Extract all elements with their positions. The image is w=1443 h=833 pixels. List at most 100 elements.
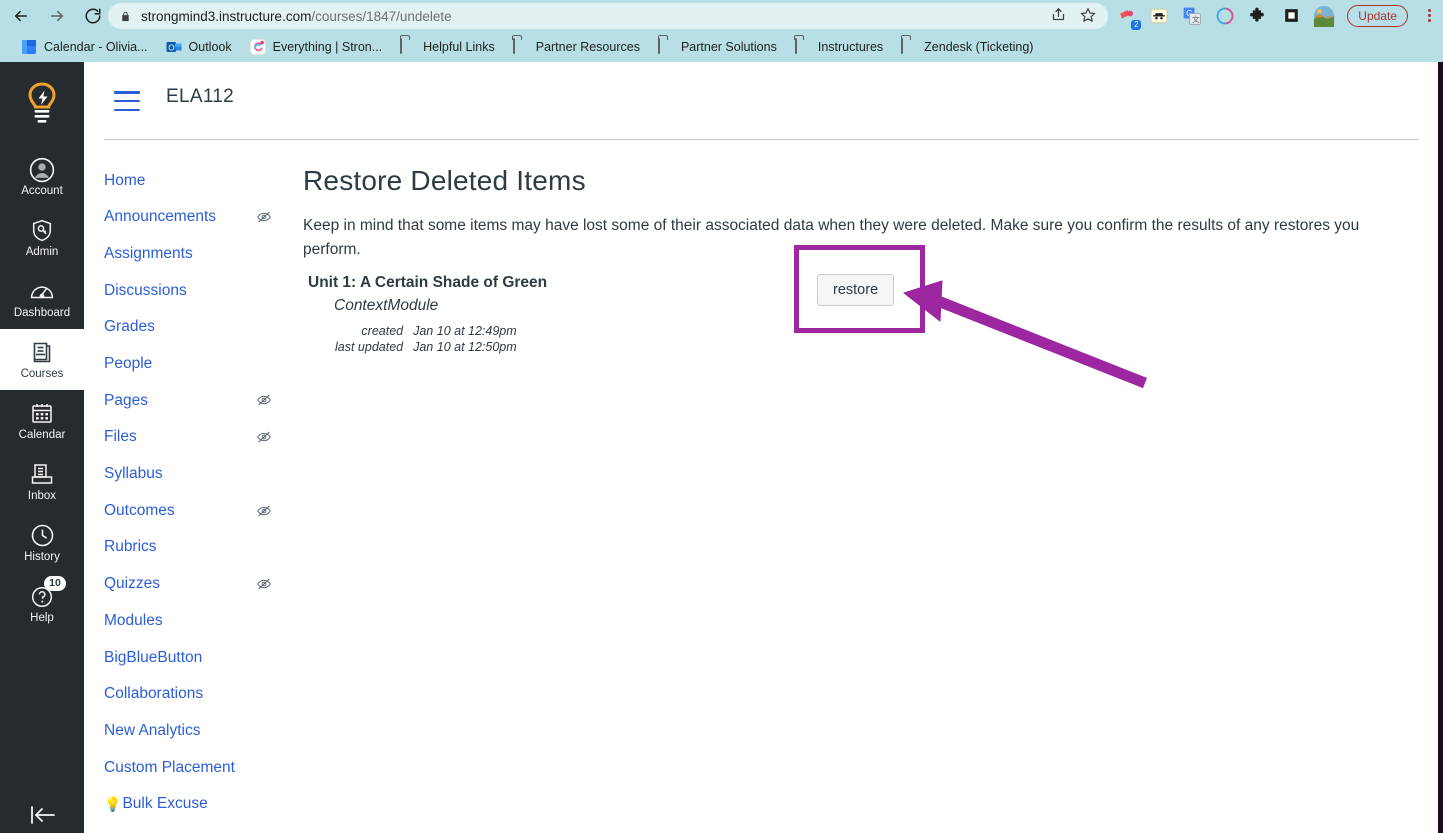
course-nav-item-files[interactable]: Files — [104, 419, 294, 456]
course-nav-item-home[interactable]: Home — [104, 162, 294, 199]
deleted-item-meta-table: created Jan 10 at 12:49pm last updated J… — [335, 323, 517, 355]
calendar-favicon — [21, 39, 37, 55]
global-nav-item-account[interactable]: Account — [0, 146, 84, 207]
restore-button[interactable]: restore — [817, 274, 895, 306]
collapse-arrow-icon[interactable] — [0, 803, 84, 827]
global-nav-item-help[interactable]: 10 Help — [0, 573, 84, 634]
table-row: created Jan 10 at 12:49pm — [335, 323, 516, 339]
extension-badge-count: 2 — [1131, 19, 1142, 30]
reading-mode-icon[interactable] — [1279, 4, 1303, 28]
eye-slash-icon — [256, 209, 272, 225]
course-nav-label: Grades — [104, 318, 155, 336]
global-nav-label: History — [24, 550, 60, 563]
eye-slash-icon — [256, 392, 272, 408]
help-badge-count: 10 — [44, 575, 66, 591]
meta-key: created — [361, 324, 404, 338]
profile-avatar-icon[interactable] — [1312, 4, 1336, 28]
global-nav-item-admin[interactable]: Admin — [0, 207, 84, 268]
window-right-edge — [1438, 62, 1443, 833]
course-nav-item-rubrics[interactable]: Rubrics — [104, 529, 294, 566]
course-nav-label: Discussions — [104, 281, 187, 299]
star-icon[interactable] — [1080, 7, 1096, 26]
outlook-favicon: O — [166, 39, 182, 55]
omnibox-actions — [1051, 3, 1108, 29]
global-nav-item-courses[interactable]: Courses — [0, 329, 84, 390]
global-nav-item-calendar[interactable]: Calendar — [0, 390, 84, 451]
course-nav-label: Custom Placement — [104, 758, 235, 776]
share-icon[interactable] — [1051, 7, 1066, 25]
puzzle-extensions-icon[interactable] — [1246, 4, 1270, 28]
course-nav-item-quizzes[interactable]: Quizzes — [104, 566, 294, 603]
bookmark-label: Instructures — [817, 39, 884, 54]
hamburger-menu-icon[interactable] — [114, 91, 140, 111]
global-nav-label: Admin — [25, 245, 59, 258]
course-nav-label: Outcomes — [104, 501, 175, 519]
course-nav-label: BigBlueButton — [104, 648, 203, 666]
folder-icon — [400, 37, 416, 55]
course-nav-item-discussions[interactable]: Discussions — [104, 272, 294, 309]
meta-key: last updated — [335, 340, 404, 354]
course-nav-item-pages[interactable]: Pages — [104, 382, 294, 419]
back-arrow-icon[interactable] — [6, 1, 36, 31]
course-nav-label: Announcements — [104, 208, 217, 226]
course-nav-item-people[interactable]: People — [104, 345, 294, 382]
course-nav-item-syllabus[interactable]: Syllabus — [104, 456, 294, 493]
loom-record-icon[interactable] — [1213, 4, 1237, 28]
global-nav-item-history[interactable]: History — [0, 512, 84, 573]
dashboard-gauge-icon — [29, 279, 55, 305]
course-nav-label: People — [104, 355, 153, 373]
folder-icon — [901, 37, 917, 55]
canvas-lightbulb-logo[interactable] — [0, 62, 84, 146]
global-navigation-sidebar: Account Admin Dashboard Courses Calendar… — [0, 62, 84, 833]
course-nav-label: Rubrics — [104, 538, 157, 556]
browser-nav-row: strongmind3.instructure.com/courses/1847… — [0, 0, 1443, 31]
global-nav-item-inbox[interactable]: Inbox — [0, 451, 84, 512]
bookmark-label: Partner Resources — [535, 39, 640, 54]
bookmark-label: Everything | Stron... — [272, 39, 383, 54]
lock-icon — [120, 10, 131, 23]
course-nav-label: New Analytics — [104, 721, 201, 739]
address-bar[interactable]: strongmind3.instructure.com/courses/1847… — [108, 3, 1108, 29]
update-label: Update — [1358, 8, 1397, 23]
extension-puzzle-colored-icon[interactable]: 2 — [1114, 4, 1142, 30]
global-nav-item-dashboard[interactable]: Dashboard — [0, 268, 84, 329]
eye-slash-icon — [256, 429, 272, 445]
update-button[interactable]: Update — [1347, 4, 1408, 27]
course-nav-item-bulk-excuse[interactable]: 💡 Bulk Excuse — [104, 786, 294, 823]
course-nav-item-modules[interactable]: Modules — [104, 602, 294, 639]
table-row: last updated Jan 10 at 12:50pm — [335, 339, 517, 355]
detective-icon[interactable] — [1147, 4, 1171, 28]
bookmark-item[interactable]: Calendar - Olivia... — [12, 36, 157, 58]
course-nav-item-outcomes[interactable]: Outcomes — [104, 492, 294, 529]
bookmark-item[interactable]: Partner Solutions — [649, 36, 786, 58]
course-nav-item-announcements[interactable]: Announcements — [104, 199, 294, 236]
course-nav-label: Assignments — [104, 244, 193, 262]
course-nav-label: Pages — [104, 391, 148, 409]
browser-toolbar-icons: 2 G文 Update — [1114, 0, 1439, 31]
reload-icon[interactable] — [78, 1, 108, 31]
bookmark-label: Calendar - Olivia... — [44, 39, 148, 54]
kebab-menu-icon[interactable] — [1419, 9, 1439, 22]
course-nav-item-collaborations[interactable]: Collaborations — [104, 676, 294, 713]
bookmark-item[interactable]: Helpful Links — [391, 36, 504, 58]
course-nav-item-bigbluebutton[interactable]: BigBlueButton — [104, 639, 294, 676]
intro-paragraph: Keep in mind that some items may have lo… — [303, 217, 1360, 258]
bookmark-item[interactable]: Everything | Stron... — [241, 36, 392, 58]
bookmark-item[interactable]: Partner Resources — [504, 36, 649, 58]
bookmark-item[interactable]: Instructures — [786, 36, 892, 58]
account-avatar-icon — [29, 157, 55, 183]
course-nav-item-custom-placement[interactable]: Custom Placement — [104, 749, 294, 786]
course-nav-label: Files — [104, 428, 137, 446]
bookmark-label: Zendesk (Ticketing) — [924, 39, 1034, 54]
bookmark-item[interactable]: O Outlook — [157, 36, 241, 58]
google-translate-icon[interactable]: G文 — [1180, 4, 1204, 28]
forward-arrow-icon[interactable] — [42, 1, 72, 31]
course-nav-item-grades[interactable]: Grades — [104, 309, 294, 346]
help-question-icon: 10 — [30, 575, 66, 610]
eye-slash-icon — [256, 576, 272, 592]
bookmark-item[interactable]: Zendesk (Ticketing) — [892, 36, 1042, 58]
course-nav-item-assignments[interactable]: Assignments — [104, 235, 294, 272]
calendar-icon — [30, 401, 54, 427]
course-nav-item-new-analytics[interactable]: New Analytics — [104, 712, 294, 749]
inbox-tray-icon — [30, 462, 54, 488]
